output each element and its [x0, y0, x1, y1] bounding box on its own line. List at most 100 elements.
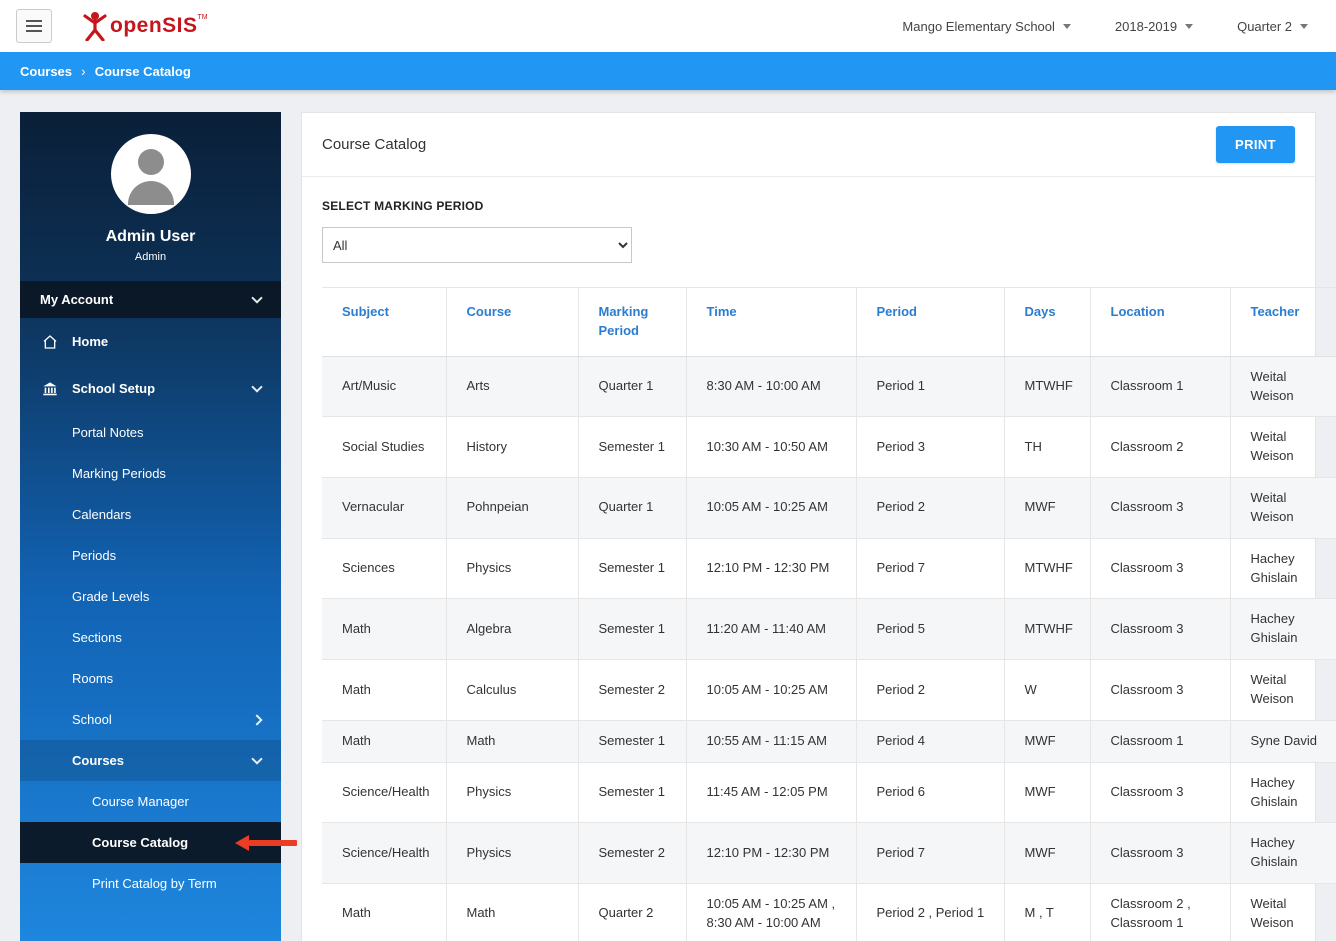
page-title: Course Catalog [322, 136, 427, 153]
table-cell: Physics [446, 538, 579, 600]
table-cell: Social Studies [322, 416, 447, 479]
sidebar-item-print-catalog-by-term[interactable]: Print Catalog by Term [20, 863, 281, 904]
table-cell: Classroom 2 [1090, 416, 1231, 479]
chevron-right-icon [251, 713, 263, 726]
avatar-person-icon [137, 149, 164, 175]
table-cell: 10:05 AM - 10:25 AM [686, 659, 857, 721]
table-cell: Weital Weison [1230, 477, 1336, 539]
sidebar-item-school[interactable]: School [20, 699, 281, 740]
table-cell: Period 1 [856, 356, 1005, 418]
sidebar-item-rooms[interactable]: Rooms [20, 658, 281, 699]
table-cell: 10:05 AM - 10:25 AM [686, 477, 857, 539]
logo-figure-icon [83, 12, 107, 41]
sidebar-item-course-manager[interactable]: Course Manager [20, 781, 281, 822]
breadcrumb: Courses › Course Catalog [0, 52, 1336, 90]
sidebar-item-portal-notes[interactable]: Portal Notes [20, 412, 281, 453]
table-cell: Semester 2 [578, 822, 687, 885]
sidebar-item-grade-levels[interactable]: Grade Levels [20, 576, 281, 617]
column-header: Subject [322, 287, 447, 357]
sidebar-item-courses[interactable]: Courses [20, 740, 281, 781]
table-cell: Weital Weison [1230, 356, 1336, 418]
table-cell: Classroom 3 [1090, 822, 1231, 885]
breadcrumb-current-page: Course Catalog [94, 63, 191, 79]
table-cell: 11:45 AM - 12:05 PM [686, 762, 857, 824]
table-cell: Art/Music [322, 356, 447, 418]
school-selector[interactable]: Mango Elementary School [902, 19, 1071, 34]
table-row: Social Studies History Semester 1 10:30 AM … [322, 416, 1336, 479]
column-header: Location [1090, 287, 1231, 357]
table-cell: Classroom 1 [1090, 356, 1231, 418]
chevron-down-icon [1062, 23, 1071, 29]
table-cell: Science/Health [322, 762, 447, 824]
table-cell: MWF [1004, 720, 1091, 763]
sidebar-item-periods[interactable]: Periods [20, 535, 281, 576]
marking-period-section: SELECT MARKING PERIOD All Subject Course M… [302, 177, 1336, 941]
logo-tm: TM [197, 14, 208, 21]
table-cell: Sciences [322, 538, 447, 600]
table-cell: 10:05 AM - 10:25 AM , 8:30 AM - 10:00 AM [686, 883, 857, 941]
table-cell: Semester 1 [578, 416, 687, 479]
breadcrumb-courses[interactable]: Courses [20, 64, 72, 79]
sidebar-nav: Home School Setup Portal Notes Marking P… [20, 318, 297, 904]
table-cell: Classroom 2 , Classroom 1 [1090, 883, 1231, 941]
column-header: Period [856, 287, 1005, 357]
profile-name: Admin User [105, 228, 196, 245]
school-year-selector[interactable]: 2018-2019 [1115, 19, 1194, 34]
table-row: Sciences Physics Semester 1 12:10 PM - 12:3… [322, 538, 1336, 600]
table-cell: Period 3 [856, 416, 1005, 479]
table-cell: Period 4 [856, 720, 1005, 763]
table-cell: 12:10 PM - 12:30 PM [686, 538, 857, 600]
topbar: openSIS TM Mango Elementary School 2018-… [0, 0, 1336, 52]
marking-period-term-selector[interactable]: Quarter 2 [1237, 19, 1308, 34]
my-account-menu[interactable]: My Account [20, 281, 281, 318]
table-cell: Period 2 [856, 477, 1005, 539]
column-header: Time [686, 287, 857, 357]
sidebar: Admin User Admin My Account Home School … [20, 112, 297, 941]
sidebar-item-calendars[interactable]: Calendars [20, 494, 281, 535]
table-cell: Quarter 1 [578, 477, 687, 539]
sidebar-item-marking-periods[interactable]: Marking Periods [20, 453, 281, 494]
breadcrumb-separator-icon: › [81, 63, 86, 79]
table-cell: Hachey Ghislain [1230, 598, 1336, 661]
table-cell: 10:55 AM - 11:15 AM [686, 720, 857, 763]
table-cell: Hachey Ghislain [1230, 762, 1336, 824]
table-cell: MTWHF [1004, 356, 1091, 418]
chevron-down-icon [1300, 23, 1308, 29]
table-cell: Arts [446, 356, 579, 418]
table-cell: TH [1004, 416, 1091, 479]
table-row: Art/Music Arts Quarter 1 8:30 AM - 10:00 AM… [322, 356, 1336, 418]
column-header: Teacher [1230, 287, 1336, 357]
table-cell: Period 2 , Period 1 [856, 883, 1005, 941]
table-cell: MWF [1004, 762, 1091, 824]
profile-role: Admin [134, 251, 167, 263]
sidebar-item-course-catalog[interactable]: Course Catalog [20, 822, 297, 863]
sidebar-item-school-setup[interactable]: School Setup [20, 365, 281, 412]
opensis-logo[interactable]: openSIS TM [82, 11, 208, 41]
table-cell: Classroom 3 [1090, 598, 1231, 661]
catalog-table-head-row: Subject Course Marking Period Time Period Day… [322, 287, 1336, 357]
table-cell: Period 7 [856, 822, 1005, 885]
logo-text: openSIS [110, 14, 198, 37]
marking-period-select[interactable]: All [322, 227, 632, 263]
table-cell: Semester 1 [578, 762, 687, 824]
table-cell: Syne David [1230, 720, 1336, 763]
table-cell: Weital Weison [1230, 659, 1336, 721]
column-header: Days [1004, 287, 1091, 357]
table-cell: 8:30 AM - 10:00 AM [686, 356, 857, 418]
table-cell: Classroom 3 [1090, 477, 1231, 539]
content-area: Admin User Admin My Account Home School … [0, 90, 1336, 941]
table-cell: Math [322, 659, 447, 721]
sidebar-item-sections[interactable]: Sections [20, 617, 281, 658]
sidebar-item-home[interactable]: Home [20, 318, 281, 365]
table-cell: MTWHF [1004, 598, 1091, 661]
table-cell: Semester 1 [578, 720, 687, 763]
chevron-down-icon [251, 291, 263, 304]
table-cell: Period 5 [856, 598, 1005, 661]
table-cell: Math [322, 598, 447, 661]
column-header: Course [446, 287, 579, 357]
hamburger-menu-icon[interactable] [16, 9, 52, 43]
print-button[interactable]: PRINT [1216, 126, 1295, 163]
table-row: Math Algebra Semester 1 11:20 AM - 11:40 AM… [322, 598, 1336, 661]
table-row: Math Math Quarter 2 10:05 AM - 10:25 AM , 8… [322, 883, 1336, 941]
table-row: Math Math Semester 1 10:55 AM - 11:15 AM Per… [322, 720, 1336, 763]
